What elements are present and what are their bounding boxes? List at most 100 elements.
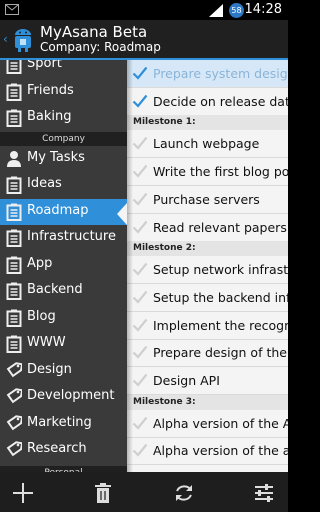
action-bar: ‹ MyAsana Beta Company: Roadmap <box>0 20 288 60</box>
task-checkbox-icon[interactable] <box>132 443 148 458</box>
task-checkbox-icon[interactable] <box>132 192 148 206</box>
sidebar-item-label: Backend <box>27 282 83 297</box>
milestone-header: Milestone 2: <box>127 241 288 257</box>
task-row[interactable]: Purchase servers <box>127 186 288 214</box>
sidebar-item-design[interactable]: Design <box>0 358 127 384</box>
clipboard-icon <box>6 109 22 127</box>
task-row[interactable]: Implement the recognition <box>127 312 288 340</box>
task-row[interactable]: Prepare design of the app <box>127 339 288 368</box>
sidebar-item-label: Friends <box>27 82 74 98</box>
sidebar-item-label: Ideas <box>27 176 62 191</box>
task-row[interactable]: Design API <box>127 367 288 395</box>
clipboard-icon <box>6 60 22 74</box>
sidebar-item-label: Blog <box>27 308 56 324</box>
project-subtitle: Company: Roadmap <box>40 40 161 54</box>
task-title: Launch webpage <box>153 136 260 152</box>
settings-sliders-icon[interactable] <box>253 482 275 504</box>
add-icon[interactable] <box>12 482 34 504</box>
sidebar-item-roadmap[interactable]: Roadmap <box>0 198 127 225</box>
task-checkbox-icon[interactable] <box>132 94 148 108</box>
task-title: Design API <box>153 373 220 388</box>
task-title: Read relevant papers <box>153 219 287 235</box>
drawer-section-header: Company <box>0 131 127 146</box>
task-title: Implement the recognition <box>153 317 288 333</box>
drawer-section-header: Personal <box>0 465 127 472</box>
bottom-toolbar <box>0 472 288 512</box>
sidebar-item-research[interactable]: Research <box>0 437 127 463</box>
sidebar-item-label: App <box>27 255 53 271</box>
sidebar-item-my-tasks[interactable]: My Tasks <box>0 146 127 172</box>
sidebar-item-label: Research <box>27 441 87 456</box>
sidebar-item-label: Infrastructure <box>27 229 116 244</box>
task-row[interactable]: Read relevant papers <box>127 214 288 242</box>
task-title: Alpha version of the API <box>153 415 288 431</box>
sidebar-item-app[interactable]: App <box>0 252 127 278</box>
clipboard-icon <box>6 256 22 274</box>
sidebar-item-label: Design <box>27 361 72 377</box>
drawer-toggle-icon[interactable]: ‹ <box>3 32 8 46</box>
sidebar-item-label: WWW <box>27 335 66 350</box>
task-title: Decide on release dates <box>153 93 288 109</box>
sidebar-item-label: Sport <box>27 60 62 71</box>
sidebar-item-label: My Tasks <box>27 149 85 165</box>
task-row[interactable]: Write the first blog post <box>127 158 288 187</box>
task-checkbox-icon[interactable] <box>132 136 148 151</box>
task-title: Alpha version of the app <box>153 443 288 459</box>
milestone-header: Milestone 3: <box>127 394 288 410</box>
task-checkbox-icon[interactable] <box>132 290 148 304</box>
task-row[interactable]: Prepare system design <box>127 60 288 88</box>
clipboard-icon <box>6 176 22 194</box>
clipboard-icon <box>6 203 22 221</box>
task-checkbox-icon[interactable] <box>132 345 148 359</box>
refresh-icon[interactable] <box>173 482 195 504</box>
tag-icon <box>6 361 22 377</box>
task-checkbox-icon[interactable] <box>132 416 148 430</box>
task-list: Prepare system design Decide on release d… <box>127 60 288 472</box>
task-checkbox-icon[interactable] <box>132 373 148 387</box>
tag-icon <box>6 414 22 430</box>
sidebar-item-www[interactable]: WWW <box>0 331 127 357</box>
task-row[interactable]: Setup the backend infrastructure <box>127 284 288 312</box>
tag-icon <box>6 441 22 457</box>
sidebar-item-label: Marketing <box>27 414 92 430</box>
task-title: Write the first blog post <box>153 164 288 180</box>
sidebar-item-sport[interactable]: Sport <box>0 60 127 78</box>
notification-badge: 58 <box>229 3 244 18</box>
task-checkbox-icon[interactable] <box>132 66 148 80</box>
tag-icon <box>6 388 22 404</box>
sidebar-item-baking[interactable]: Baking <box>0 105 127 131</box>
task-checkbox-icon[interactable] <box>132 164 148 178</box>
clipboard-icon <box>6 335 22 353</box>
sidebar-item-label: Baking <box>27 109 72 124</box>
sidebar-item-blog[interactable]: Blog <box>0 305 127 331</box>
task-row[interactable]: Launch webpage <box>127 130 288 159</box>
sidebar-item-ideas[interactable]: Ideas <box>0 172 127 198</box>
task-row[interactable]: Decide on release dates <box>127 88 288 116</box>
clock: 14:28 <box>244 2 282 17</box>
sidebar-item-label: Development <box>27 388 115 403</box>
task-row[interactable]: Setup network infrastructure <box>127 256 288 285</box>
task-row[interactable]: Alpha version of the app <box>127 437 288 466</box>
drawer-shadow <box>127 60 133 472</box>
sidebar-item-marketing[interactable]: Marketing <box>0 411 127 437</box>
task-row[interactable]: Alpha version of the API <box>127 410 288 438</box>
milestone-header: Milestone 1: <box>127 115 288 131</box>
sidebar-item-backend[interactable]: Backend <box>0 278 127 304</box>
sidebar-item-friends[interactable]: Friends <box>0 79 127 105</box>
sidebar-item-development[interactable]: Development <box>0 384 127 410</box>
mail-icon <box>5 4 19 15</box>
task-checkbox-icon[interactable] <box>132 262 148 276</box>
trash-icon[interactable] <box>94 482 112 504</box>
app-android-icon[interactable] <box>12 28 34 52</box>
sidebar-item-infrastructure[interactable]: Infrastructure <box>0 225 127 251</box>
task-checkbox-icon[interactable] <box>132 318 148 332</box>
app-title: MyAsana Beta <box>40 23 148 41</box>
status-bar: 58 14:28 <box>0 0 288 20</box>
task-checkbox-icon[interactable] <box>132 220 148 234</box>
task-title: Prepare design of the app <box>153 345 288 361</box>
task-title: Setup network infrastructure <box>153 262 288 278</box>
task-title: Prepare system design <box>153 66 288 81</box>
signal-icon <box>209 4 223 17</box>
task-title: Setup the backend infrastructure <box>153 289 288 305</box>
person-icon <box>7 150 21 167</box>
